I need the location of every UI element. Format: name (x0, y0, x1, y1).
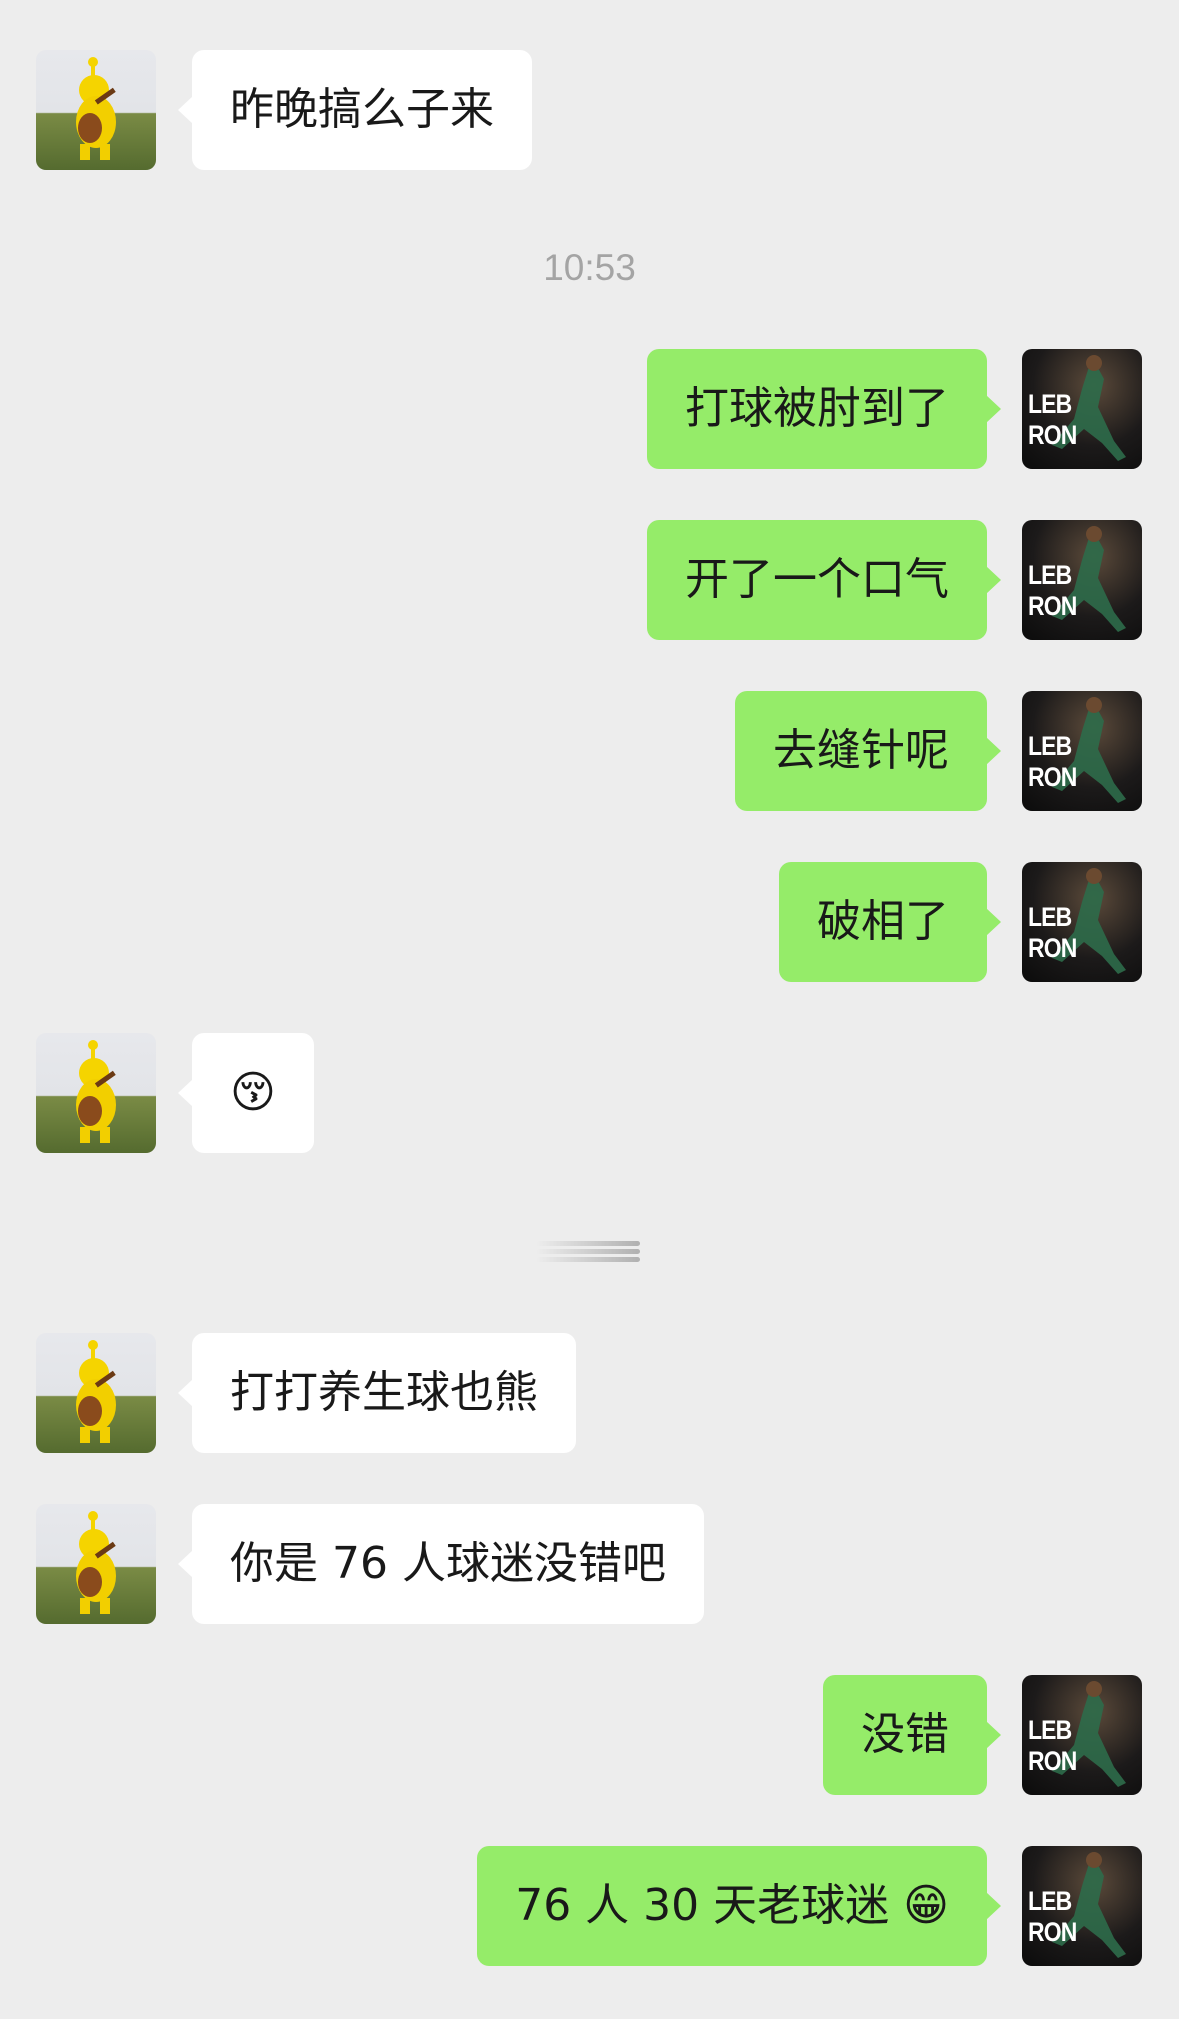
chat-window: 昨晚搞么子来 10:53 打球被肘到了 LEB RON 开了一个口气 LEB R… (0, 0, 1179, 2019)
contact-avatar[interactable] (36, 1504, 156, 1624)
message-row: 打打养生球也熊 (0, 1333, 1179, 1453)
my-avatar[interactable]: LEB RON (1022, 520, 1142, 640)
teletubby-icon (76, 1040, 116, 1143)
lebron-text: LEB RON (1028, 1886, 1077, 1947)
message-bubble[interactable]: 昨晚搞么子来 (178, 50, 532, 170)
my-avatar[interactable]: LEB RON (1022, 349, 1142, 469)
history-divider (536, 1241, 640, 1267)
message-bubble[interactable]: 开了一个口气 (647, 520, 1001, 640)
message-row: 没错 LEB RON (0, 1675, 1179, 1795)
message-row: 你是 76 人球迷没错吧 (0, 1504, 1179, 1624)
message-row: 76 人 30 天老球迷 😁 LEB RON (0, 1846, 1179, 1966)
message-bubble[interactable]: 打打养生球也熊 (178, 1333, 576, 1453)
message-row: 破相了 LEB RON (0, 862, 1179, 982)
my-avatar[interactable]: LEB RON (1022, 1675, 1142, 1795)
lebron-text: LEB RON (1028, 389, 1077, 450)
message-bubble[interactable]: 😚 (178, 1033, 314, 1153)
my-avatar[interactable]: LEB RON (1022, 1846, 1142, 1966)
lebron-text: LEB RON (1028, 560, 1077, 621)
message-bubble[interactable]: 76 人 30 天老球迷 😁 (477, 1846, 1001, 1966)
message-row: 打球被肘到了 LEB RON (0, 349, 1179, 469)
chat-timestamp: 10:53 (543, 247, 636, 288)
teletubby-icon (76, 1340, 116, 1443)
message-row: 昨晚搞么子来 (0, 50, 1179, 170)
message-row: 😚 (0, 1033, 1179, 1153)
message-bubble[interactable]: 破相了 (779, 862, 1001, 982)
message-bubble[interactable]: 你是 76 人球迷没错吧 (178, 1504, 704, 1624)
contact-avatar[interactable] (36, 1033, 156, 1153)
teletubby-icon (76, 57, 116, 160)
message-row: 去缝针呢 LEB RON (0, 691, 1179, 811)
message-row: 开了一个口气 LEB RON (0, 520, 1179, 640)
my-avatar[interactable]: LEB RON (1022, 862, 1142, 982)
lebron-text: LEB RON (1028, 1715, 1077, 1776)
lebron-text: LEB RON (1028, 731, 1077, 792)
message-bubble[interactable]: 去缝针呢 (735, 691, 1001, 811)
message-bubble[interactable]: 没错 (823, 1675, 1001, 1795)
my-avatar[interactable]: LEB RON (1022, 691, 1142, 811)
message-bubble[interactable]: 打球被肘到了 (647, 349, 1001, 469)
lebron-text: LEB RON (1028, 902, 1077, 963)
contact-avatar[interactable] (36, 1333, 156, 1453)
contact-avatar[interactable] (36, 50, 156, 170)
teletubby-icon (76, 1511, 116, 1614)
